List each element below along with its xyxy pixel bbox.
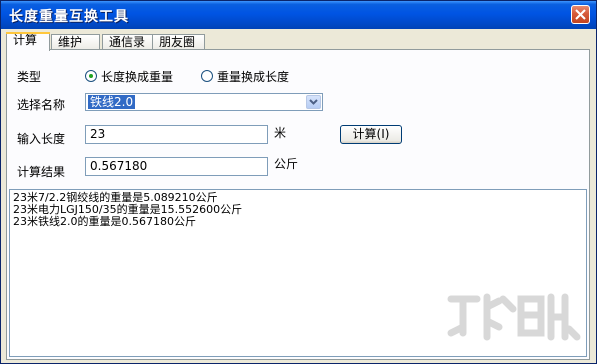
result-field[interactable]: 0.567180 bbox=[85, 157, 268, 176]
chevron-down-icon bbox=[309, 99, 318, 105]
close-icon bbox=[575, 9, 586, 20]
type-label: 类型 bbox=[17, 70, 42, 84]
calculate-panel: 类型 长度换成重量 重量换成长度 选择名称 铁线2.0 输入长度 23 米 计算… bbox=[6, 49, 590, 360]
radio-weight-to-length-label[interactable]: 重量换成长度 bbox=[217, 68, 289, 85]
tab-contacts[interactable]: 通信录 bbox=[102, 34, 153, 50]
name-select[interactable]: 铁线2.0 bbox=[85, 93, 323, 111]
radio-weight-to-length[interactable] bbox=[201, 70, 213, 82]
length-label: 输入长度 bbox=[17, 132, 66, 146]
watermark-logo bbox=[447, 293, 581, 341]
dropdown-button[interactable] bbox=[306, 95, 321, 109]
result-label: 计算结果 bbox=[17, 165, 66, 179]
tab-calculate[interactable]: 计算 bbox=[6, 32, 50, 51]
tab-label: 维护 bbox=[58, 35, 83, 49]
close-button[interactable] bbox=[571, 5, 590, 24]
app-window: 长度重量互换工具 计算 维护 通信录 朋友圈 类型 长度换成重量 重量换成长度 … bbox=[0, 0, 597, 364]
name-select-value: 铁线2.0 bbox=[88, 95, 136, 109]
result-unit: 公斤 bbox=[274, 157, 299, 171]
calculate-button[interactable]: 计算(I) bbox=[340, 125, 402, 144]
output-line: 23米铁线2.0的重量是0.567180公斤 bbox=[13, 215, 196, 228]
tab-label: 计算 bbox=[13, 33, 38, 47]
title-bar[interactable]: 长度重量互换工具 bbox=[1, 1, 596, 29]
tab-label: 通信录 bbox=[109, 35, 146, 49]
length-input[interactable]: 23 bbox=[85, 125, 268, 144]
tab-label: 朋友圈 bbox=[159, 35, 196, 49]
window-title: 长度重量互换工具 bbox=[9, 9, 129, 25]
radio-length-to-weight-label[interactable]: 长度换成重量 bbox=[101, 68, 173, 85]
name-label: 选择名称 bbox=[17, 98, 66, 112]
radio-length-to-weight[interactable] bbox=[85, 70, 97, 82]
tab-friends[interactable]: 朋友圈 bbox=[152, 34, 205, 50]
length-unit: 米 bbox=[274, 126, 287, 140]
tab-maintain[interactable]: 维护 bbox=[51, 34, 100, 50]
